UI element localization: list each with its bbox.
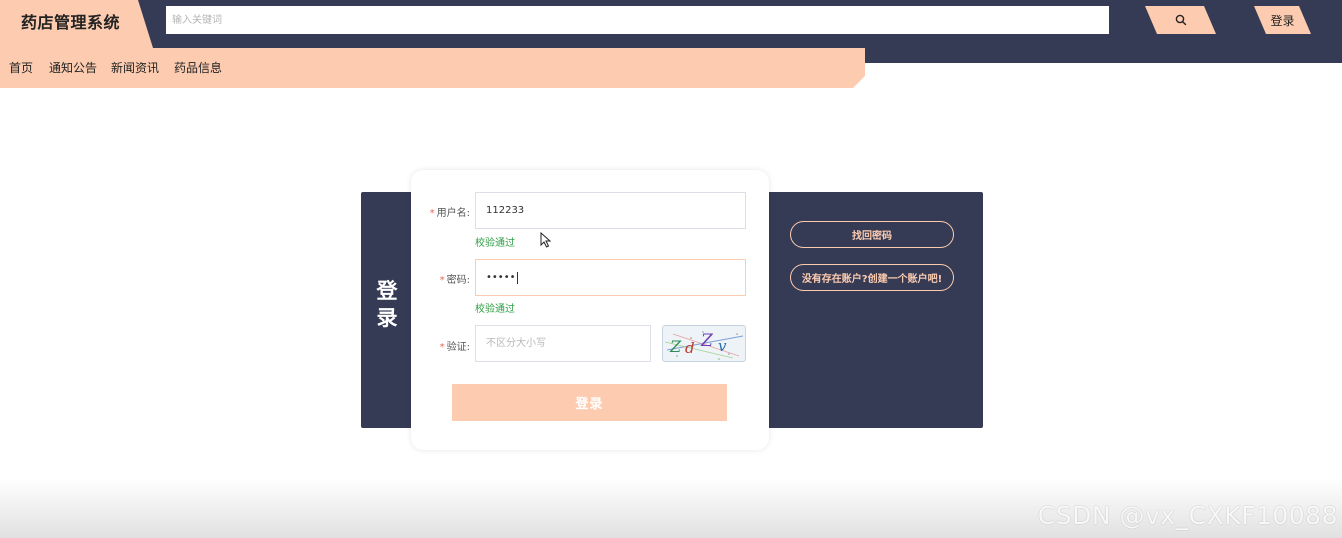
captcha-image[interactable]: Z d Z v xyxy=(662,325,746,362)
nav-item-announcements[interactable]: 通知公告 xyxy=(49,59,97,76)
logo-block: 药店管理系统 xyxy=(0,0,153,48)
search-input[interactable] xyxy=(166,6,1109,34)
svg-text:Z: Z xyxy=(669,337,682,356)
login-title: 登录 xyxy=(361,278,413,332)
watermark: CSDN @vx_CXKF10088 xyxy=(1037,501,1338,530)
side-actions-panel: 找回密码 没有存在账户?创建一个账户吧! xyxy=(765,192,983,428)
username-field[interactable] xyxy=(475,192,746,229)
captcha-label: * 验证: xyxy=(425,338,470,353)
forgot-password-button[interactable]: 找回密码 xyxy=(790,221,954,248)
login-submit-button[interactable]: 登录 xyxy=(452,384,727,421)
header-login-button[interactable]: 登录 xyxy=(1254,6,1311,34)
captcha-field[interactable] xyxy=(475,325,651,362)
search-icon xyxy=(1175,14,1186,26)
svg-text:v: v xyxy=(718,337,727,355)
captcha-graphic: Z d Z v xyxy=(664,331,744,360)
password-validation: 校验通过 xyxy=(475,304,515,315)
password-label: * 密码: xyxy=(425,271,470,286)
username-label-text: 用户名: xyxy=(436,208,470,219)
password-field[interactable]: ••••• xyxy=(475,259,746,296)
captcha-label-text: 验证: xyxy=(446,342,470,353)
required-mark: * xyxy=(439,275,445,286)
username-label: * 用户名: xyxy=(425,204,470,219)
mouse-cursor-icon xyxy=(540,232,552,248)
username-validation: 校验通过 xyxy=(475,238,515,249)
nav-item-news[interactable]: 新闻资讯 xyxy=(111,59,159,76)
nav-item-home[interactable]: 首页 xyxy=(9,59,33,76)
main-nav: 首页 通知公告 新闻资讯 药品信息 xyxy=(0,48,865,88)
search-button[interactable] xyxy=(1145,6,1216,34)
nav-item-medicine-info[interactable]: 药品信息 xyxy=(174,59,222,76)
svg-text:Z: Z xyxy=(700,331,714,351)
app-title: 药店管理系统 xyxy=(21,13,121,32)
login-form-card: *用户名: 校验通过 *密码: ••••• 校验通过 *验证: Z d Z v … xyxy=(411,170,769,450)
required-mark: * xyxy=(429,208,435,219)
password-value: ••••• xyxy=(486,272,516,283)
text-caret xyxy=(516,271,518,284)
login-title-panel: 登录 xyxy=(361,192,413,428)
required-mark: * xyxy=(439,342,445,353)
login-title-text: 登录 xyxy=(376,279,398,330)
svg-text:d: d xyxy=(685,339,695,357)
register-button[interactable]: 没有存在账户?创建一个账户吧! xyxy=(790,264,954,291)
password-label-text: 密码: xyxy=(446,275,470,286)
